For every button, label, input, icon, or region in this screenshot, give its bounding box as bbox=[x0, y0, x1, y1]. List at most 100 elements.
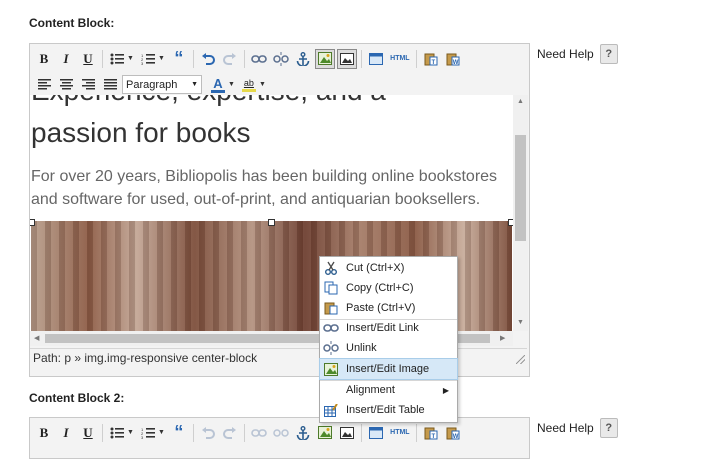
paste-word-button[interactable]: W bbox=[443, 423, 463, 443]
table-icon bbox=[320, 403, 342, 417]
image-icon bbox=[317, 52, 332, 65]
redo-button[interactable] bbox=[220, 423, 240, 443]
menu-item-insert-image[interactable]: Insert/Edit Image bbox=[319, 358, 458, 380]
scroll-down-icon[interactable]: ▼ bbox=[517, 319, 524, 326]
anchor-button[interactable] bbox=[293, 423, 313, 443]
image-button[interactable] bbox=[314, 48, 335, 69]
unlink-button[interactable] bbox=[271, 423, 291, 443]
toolbar-divider bbox=[360, 423, 362, 442]
chevron-down-icon[interactable]: ▼ bbox=[158, 55, 165, 62]
link-button[interactable] bbox=[249, 423, 269, 443]
content-block-2-label: Content Block 2: bbox=[29, 391, 125, 405]
vertical-scrollbar[interactable]: ▲ ▼ bbox=[513, 95, 528, 331]
align-left-button[interactable] bbox=[34, 75, 54, 95]
menu-item-unlink[interactable]: Unlink bbox=[320, 338, 457, 358]
toolbar-divider bbox=[243, 49, 245, 68]
align-center-button[interactable] bbox=[56, 75, 76, 95]
menu-item-paste[interactable]: Paste (Ctrl+V) bbox=[320, 298, 457, 318]
bullet-list-button[interactable] bbox=[107, 49, 127, 69]
menu-item-label: Paste (Ctrl+V) bbox=[346, 302, 416, 314]
menu-item-label: Cut (Ctrl+X) bbox=[346, 262, 405, 274]
menu-item-alignment[interactable]: Alignment ▶ bbox=[320, 380, 457, 400]
underline-button[interactable]: U bbox=[78, 423, 98, 443]
bold-button[interactable]: B bbox=[34, 423, 54, 443]
italic-button[interactable]: I bbox=[56, 423, 76, 443]
align-justify-icon bbox=[103, 79, 117, 90]
menu-item-insert-table[interactable]: Insert/Edit Table bbox=[320, 400, 457, 420]
content-heading: passion for books bbox=[31, 117, 251, 148]
toolbar-divider bbox=[102, 423, 103, 442]
menu-item-insert-link[interactable]: Insert/Edit Link bbox=[320, 318, 457, 338]
html-source-button[interactable]: HTML bbox=[388, 423, 412, 443]
fullscreen-button[interactable] bbox=[366, 423, 386, 443]
unlink-button[interactable] bbox=[271, 49, 291, 69]
paste-word-button[interactable]: W bbox=[443, 49, 463, 69]
link-button[interactable] bbox=[249, 49, 269, 69]
highlight-color-button[interactable]: ab bbox=[239, 75, 259, 95]
toolbar-divider bbox=[102, 49, 103, 68]
italic-button[interactable]: I bbox=[56, 49, 76, 69]
need-help-label: Need Help bbox=[537, 421, 594, 435]
context-menu: Cut (Ctrl+X) Copy (Ctrl+C) Paste (Ctrl+V… bbox=[319, 256, 458, 423]
chevron-down-icon[interactable]: ▼ bbox=[228, 81, 235, 88]
align-right-button[interactable] bbox=[78, 75, 98, 95]
toolbar-divider bbox=[415, 49, 417, 68]
submenu-arrow-icon: ▶ bbox=[442, 385, 449, 395]
underline-button[interactable]: U bbox=[78, 49, 98, 69]
undo-icon bbox=[201, 426, 215, 439]
toolbar-divider bbox=[415, 423, 417, 442]
link-icon bbox=[320, 323, 342, 333]
image-button[interactable] bbox=[315, 423, 335, 443]
anchor-icon bbox=[296, 51, 310, 66]
html-source-button[interactable]: HTML bbox=[388, 49, 412, 69]
format-select[interactable]: Paragraph ▼ bbox=[122, 75, 202, 94]
help-button[interactable]: ? bbox=[599, 418, 618, 438]
blockquote-button[interactable]: “ bbox=[169, 48, 189, 69]
resize-grip-icon[interactable] bbox=[516, 355, 525, 364]
menu-item-cut[interactable]: Cut (Ctrl+X) bbox=[320, 258, 457, 278]
font-color-button[interactable]: A bbox=[208, 75, 228, 95]
bullet-list-icon bbox=[110, 53, 124, 64]
scroll-right-icon[interactable]: ▶ bbox=[500, 334, 505, 342]
content-block-2-editor[interactable]: B I U ▼ 123 ▼ “ HTML T W bbox=[29, 417, 530, 459]
svg-text:3: 3 bbox=[141, 435, 144, 439]
fullscreen-button[interactable] bbox=[366, 49, 386, 69]
menu-item-label: Insert/Edit Table bbox=[346, 404, 425, 416]
vertical-scroll-thumb[interactable] bbox=[515, 135, 526, 241]
resize-handle[interactable] bbox=[268, 219, 275, 226]
paste-text-button[interactable]: T bbox=[421, 49, 441, 69]
align-justify-button[interactable] bbox=[100, 75, 120, 95]
need-help-2: Need Help ? bbox=[537, 418, 618, 438]
bullet-list-button[interactable] bbox=[107, 423, 127, 443]
media-button[interactable] bbox=[336, 48, 357, 69]
numbered-list-icon: 123 bbox=[141, 427, 155, 439]
bullet-list-icon bbox=[110, 427, 124, 438]
media-button[interactable] bbox=[337, 423, 357, 443]
chevron-down-icon[interactable]: ▼ bbox=[127, 55, 134, 62]
chevron-down-icon[interactable]: ▼ bbox=[127, 429, 134, 436]
scroll-up-icon[interactable]: ▲ bbox=[517, 98, 524, 105]
numbered-list-button[interactable]: 123 bbox=[138, 49, 158, 69]
undo-button[interactable] bbox=[198, 423, 218, 443]
paste-word-icon: W bbox=[446, 53, 460, 66]
undo-button[interactable] bbox=[198, 49, 218, 69]
image-icon bbox=[317, 426, 332, 439]
paste-text-button[interactable]: T bbox=[421, 423, 441, 443]
resize-handle[interactable] bbox=[30, 219, 35, 226]
redo-button[interactable] bbox=[220, 49, 240, 69]
align-left-icon bbox=[37, 79, 51, 90]
anchor-button[interactable] bbox=[293, 49, 313, 69]
picture-icon bbox=[339, 426, 354, 439]
scissors-icon bbox=[320, 261, 342, 275]
link-icon bbox=[251, 54, 267, 63]
chevron-down-icon[interactable]: ▼ bbox=[259, 81, 266, 88]
content-heading-partial: Experience, expertise, and a bbox=[31, 95, 386, 107]
menu-item-copy[interactable]: Copy (Ctrl+C) bbox=[320, 278, 457, 298]
numbered-list-button[interactable]: 123 bbox=[138, 423, 158, 443]
bold-button[interactable]: B bbox=[34, 49, 54, 69]
content-paragraph: For over 20 years, Bibliopolis has been … bbox=[31, 168, 498, 208]
help-button[interactable]: ? bbox=[599, 44, 618, 64]
chevron-down-icon[interactable]: ▼ bbox=[158, 429, 165, 436]
scroll-left-icon[interactable]: ◀ bbox=[34, 334, 39, 342]
blockquote-button[interactable]: “ bbox=[169, 422, 189, 443]
